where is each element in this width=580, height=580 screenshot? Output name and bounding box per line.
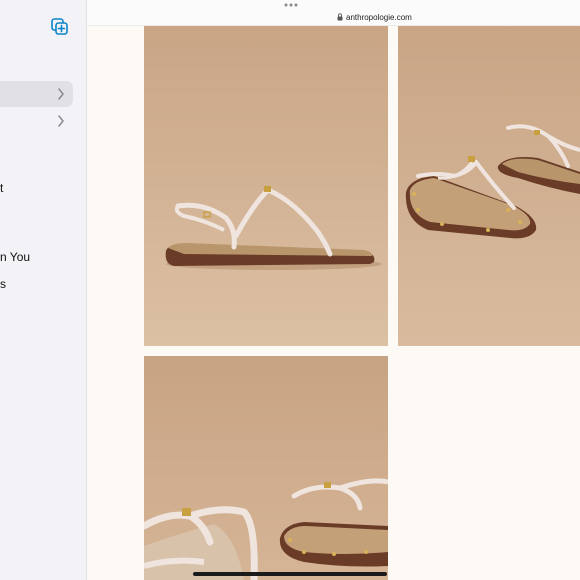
sidebar-row-selected[interactable] — [0, 81, 73, 107]
product-image-sandal-pair-angled[interactable] — [398, 26, 580, 346]
lock-icon — [337, 13, 343, 21]
chevron-right-icon — [58, 115, 64, 127]
more-dots-icon[interactable] — [284, 3, 298, 7]
sidebar-item-label[interactable]: n You — [0, 250, 30, 264]
address-bar[interactable]: anthropologie.com — [337, 11, 412, 23]
product-image-sandal-side-view[interactable] — [144, 26, 388, 346]
browser-top-bar: anthropologie.com — [87, 0, 580, 26]
url-text: anthropologie.com — [346, 12, 412, 22]
chevron-right-icon — [58, 88, 64, 100]
sidebar-item-label[interactable]: t — [0, 181, 3, 195]
sidebar: t n You s — [0, 0, 87, 580]
product-image-sandal-pair-closeup[interactable] — [144, 356, 388, 580]
tab-overview-icon[interactable] — [51, 18, 69, 36]
sidebar-row-second[interactable] — [0, 108, 73, 134]
home-indicator[interactable] — [193, 572, 387, 576]
product-gallery — [87, 26, 580, 580]
sidebar-item-label[interactable]: s — [0, 277, 6, 291]
